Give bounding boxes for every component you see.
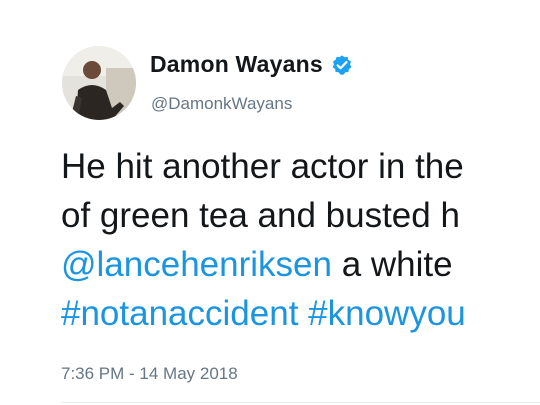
display-name[interactable]: Damon Wayans bbox=[150, 51, 323, 78]
tweet-timestamp[interactable]: 7:36 PM - 14 May 2018 bbox=[61, 364, 238, 384]
tweet-text-line: #notanaccident #knowyou bbox=[61, 289, 540, 338]
hashtag-link[interactable]: #notanaccident bbox=[61, 294, 298, 333]
tweet-text-line: of green tea and busted h bbox=[61, 196, 460, 235]
tweet-text-space bbox=[298, 294, 308, 333]
author-handle[interactable]: @DamonkWayans bbox=[151, 94, 292, 114]
avatar[interactable] bbox=[62, 46, 136, 120]
profile-photo-icon bbox=[62, 46, 136, 120]
tweet-text-line: @lancehenriksen a white bbox=[61, 240, 540, 289]
tweet-text-segment: a white bbox=[331, 245, 453, 284]
verified-badge-icon bbox=[331, 54, 353, 76]
tweet-text-line: He hit another actor in the bbox=[61, 147, 464, 186]
divider bbox=[61, 402, 540, 403]
hashtag-link[interactable]: #knowyou bbox=[308, 294, 466, 333]
author-name-row[interactable]: Damon Wayans bbox=[150, 51, 353, 78]
tweet-text: He hit another actor in the of green tea… bbox=[61, 142, 540, 338]
tweet-card: Damon Wayans @DamonkWayans He hit anothe… bbox=[0, 0, 540, 405]
mention-link[interactable]: @lancehenriksen bbox=[61, 245, 332, 284]
